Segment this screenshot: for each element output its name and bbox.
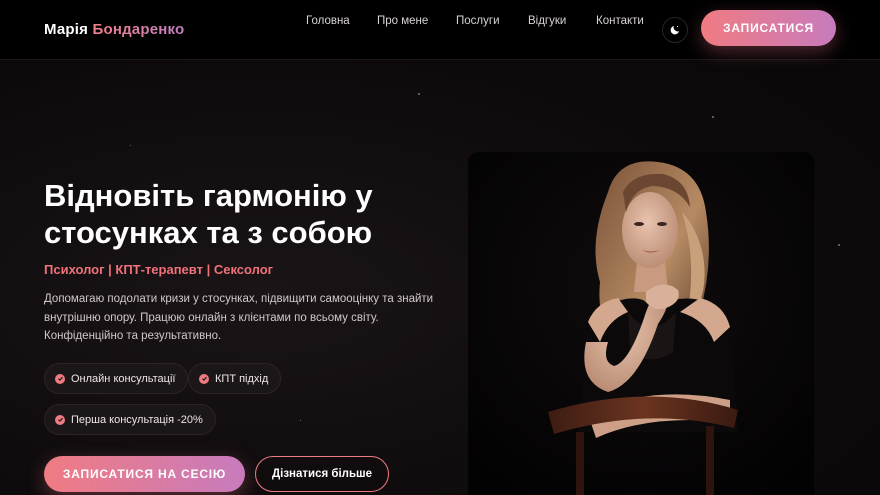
- hero-description-line-3: Конфіденційно та результативно.: [44, 330, 222, 342]
- moon-icon: [670, 25, 679, 35]
- site-header: Марія Бондаренко Головна Про мене Послуг…: [0, 0, 880, 60]
- nav-link-about[interactable]: Про мене: [377, 15, 428, 27]
- hero-title-line-2: стосунках та з собою: [44, 215, 373, 250]
- portrait-illustration: [468, 152, 814, 495]
- nav-link-home[interactable]: Головна: [306, 15, 350, 27]
- check-icon: [199, 373, 209, 384]
- feature-chip-online: Онлайн консультації: [44, 363, 189, 394]
- hero-subtitle: Психолог | КПТ-терапевт | Сексолог: [44, 262, 274, 277]
- hero-description-line-1: Допомагаю подолати кризи у стосунках, пі…: [44, 293, 434, 305]
- feature-chip-label: Онлайн консультації: [71, 372, 176, 385]
- page: Марія Бондаренко Головна Про мене Послуг…: [0, 0, 880, 495]
- feature-chip-discount: Перша консультація -20%: [44, 404, 216, 435]
- nav-link-reviews[interactable]: Відгуки: [528, 15, 566, 27]
- star-dot: [130, 145, 131, 146]
- theme-toggle-button[interactable]: [662, 17, 688, 43]
- nav-link-services[interactable]: Послуги: [456, 15, 500, 27]
- logo-last-name: Бондаренко: [92, 21, 185, 38]
- star-dot: [300, 420, 301, 421]
- portrait-photo: [468, 152, 814, 495]
- logo-first-name: Марія: [44, 21, 89, 38]
- nav-link-contacts[interactable]: Контакти: [596, 15, 644, 27]
- hero-title: Відновіть гармонію у стосунках та з собо…: [44, 177, 444, 251]
- hero-description: Допомагаю подолати кризи у стосунках, пі…: [44, 290, 444, 346]
- hero-title-line-1: Відновіть гармонію у: [44, 178, 373, 213]
- header-signup-button[interactable]: ЗАПИСАТИСЯ: [701, 10, 836, 46]
- hero-description-line-2: внутрішню опору. Працюю онлайн з клієнта…: [44, 311, 379, 324]
- book-session-button[interactable]: ЗАПИСАТИСЯ НА СЕСІЮ: [44, 456, 245, 492]
- site-logo[interactable]: Марія Бондаренко: [44, 21, 184, 38]
- star-dot: [418, 93, 420, 95]
- feature-chip-label: Перша консультація -20%: [71, 413, 203, 426]
- star-dot: [838, 244, 840, 246]
- feature-chip-label: КПТ підхід: [215, 372, 269, 385]
- learn-more-button[interactable]: Дізнатися більше: [255, 456, 389, 492]
- star-dot: [712, 116, 714, 118]
- check-icon: [55, 414, 65, 425]
- check-icon: [55, 373, 65, 384]
- feature-chip-cbt: КПТ підхід: [188, 363, 282, 394]
